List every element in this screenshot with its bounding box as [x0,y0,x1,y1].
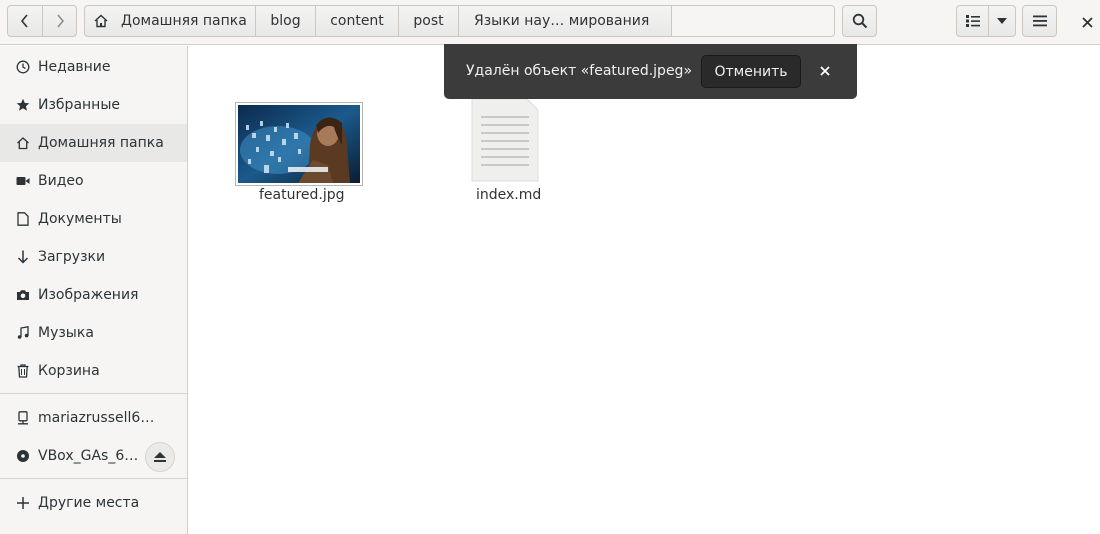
sidebar-item-network-drive[interactable]: mariazrussell6@… [0,399,187,437]
download-icon [14,248,32,266]
file-name: featured.jpg [259,187,345,203]
view-options-button[interactable] [988,5,1016,37]
home-icon [94,14,108,28]
search-icon [852,13,867,29]
crumb-post[interactable]: post [399,6,459,36]
sidebar-separator [0,478,187,479]
sidebar-item-label: Документы [38,211,122,227]
sidebar-item-label: Изображения [38,287,139,303]
sidebar-item-label: Музыка [38,325,94,341]
undo-button[interactable]: Отменить [701,55,801,88]
list-view-button[interactable] [956,5,989,37]
sidebar-item-label: VBox_GAs_6.… [38,448,140,464]
close-icon [1081,16,1093,28]
crumb-current-folder[interactable]: Языки нау… мирования [459,6,672,36]
hamburger-menu-icon [1032,15,1047,27]
sidebar-item-label: Другие места [38,495,140,511]
forward-button[interactable] [42,5,77,37]
video-icon [14,172,32,190]
menu-button[interactable] [1022,5,1057,37]
optical-disc-icon [14,447,32,465]
path-bar: Домашняя папка blog content post Языки н… [84,5,835,37]
sidebar-item-documents[interactable]: Документы [0,200,187,238]
chevron-left-icon [20,14,28,28]
path-bar-empty [672,6,834,36]
crumb-label: blog [270,13,301,29]
network-drive-icon [14,409,32,427]
undo-notification: Удалён объект «featured.jpeg» Отменить [444,44,857,99]
sidebar-item-downloads[interactable]: Загрузки [0,238,187,276]
text-file-icon [471,98,539,182]
chevron-right-icon [56,14,64,28]
sidebar-item-trash[interactable]: Корзина [0,352,187,390]
document-icon [14,210,32,228]
plus-icon [14,494,32,512]
clock-icon [14,58,32,76]
notification-message: Удалён объект «featured.jpeg» [466,63,693,79]
trash-icon [14,362,32,380]
music-icon [14,324,32,342]
sidebar: Недавние Избранные Домашняя папка Видео … [0,46,188,534]
sidebar-item-other-places[interactable]: Другие места [0,484,187,522]
eject-button[interactable] [145,442,175,472]
file-view: featured.jpg index.md [189,46,1100,534]
crumb-label: Домашняя папка [121,13,247,29]
sidebar-item-label: mariazrussell6@… [38,410,168,426]
home-icon [14,134,32,152]
close-window-button[interactable] [1076,12,1098,32]
sidebar-item-label: Видео [38,173,84,189]
header-bar: Домашняя папка blog content post Языки н… [0,0,1100,45]
file-item-index-md[interactable] [471,98,539,182]
camera-icon [14,286,32,304]
sidebar-item-pictures[interactable]: Изображения [0,276,187,314]
sidebar-item-recent[interactable]: Недавние [0,48,187,86]
sidebar-item-label: Корзина [38,363,100,379]
star-icon [14,96,32,114]
sidebar-item-videos[interactable]: Видео [0,162,187,200]
sidebar-item-music[interactable]: Музыка [0,314,187,352]
sidebar-item-starred[interactable]: Избранные [0,86,187,124]
back-button[interactable] [7,5,43,37]
file-item-featured-jpg[interactable] [235,102,363,186]
sidebar-item-label: Недавние [38,59,111,75]
crumb-label: content [330,13,384,29]
crumb-content[interactable]: content [316,6,399,36]
list-view-icon [965,15,980,27]
file-name: index.md [476,187,542,203]
crumb-label: post [413,13,444,29]
image-thumbnail [238,105,360,183]
crumb-blog[interactable]: blog [256,6,316,36]
chevron-down-icon [997,18,1007,24]
search-button[interactable] [842,5,877,37]
crumb-home[interactable]: Домашняя папка [85,6,256,36]
sidebar-item-home[interactable]: Домашняя папка [0,124,187,162]
sidebar-item-label: Избранные [38,97,120,113]
sidebar-item-label: Загрузки [38,249,106,265]
sidebar-separator [0,393,187,394]
crumb-label: Языки нау… мирования [474,13,650,29]
eject-icon [154,452,166,462]
sidebar-item-label: Домашняя папка [38,135,164,151]
close-notification-button[interactable] [816,62,834,80]
close-icon [820,66,830,76]
